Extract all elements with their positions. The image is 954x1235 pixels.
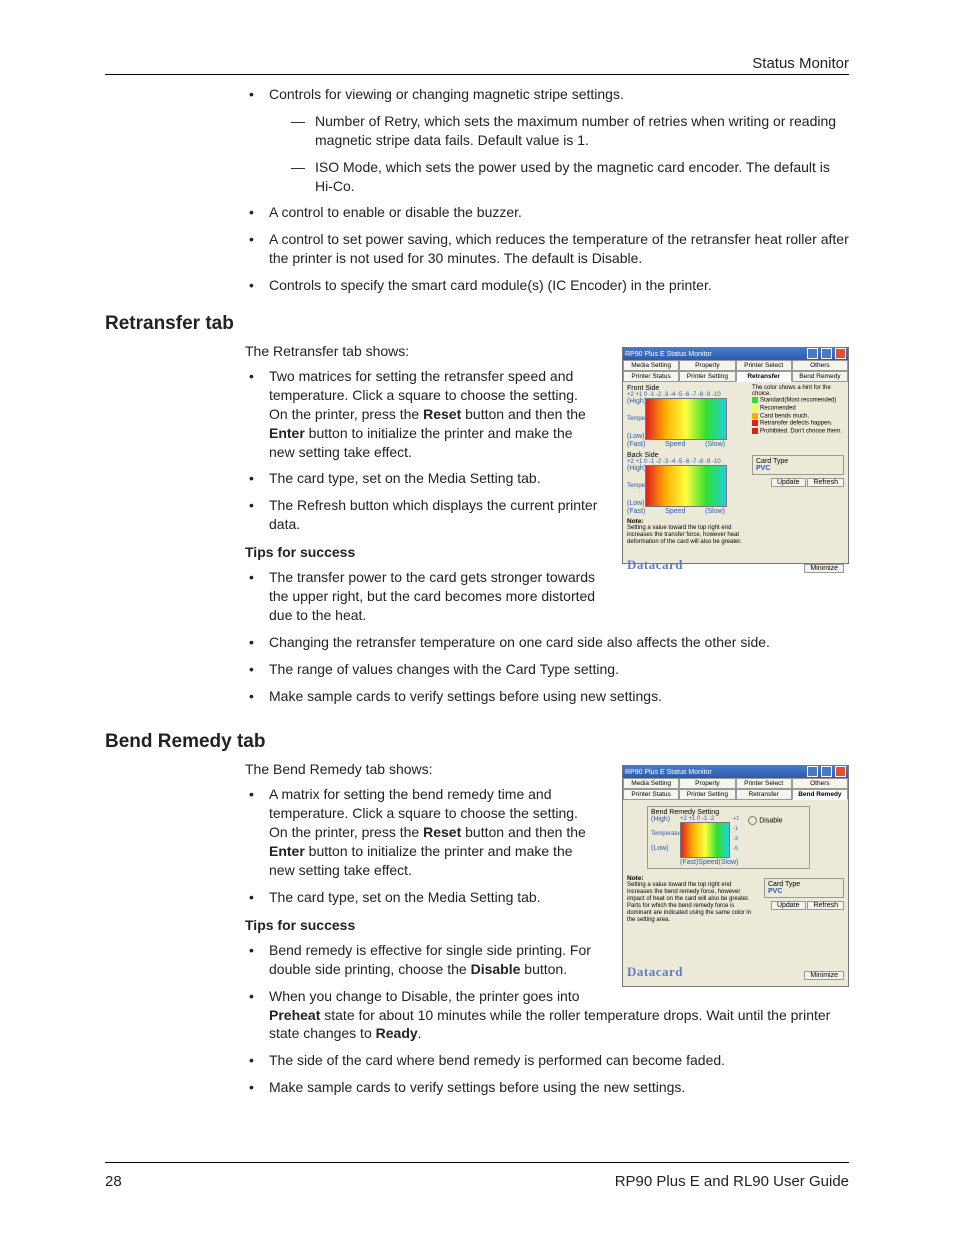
minimize-icon[interactable] [807,766,818,777]
tab-bend-remedy[interactable]: Bend Remedy [792,371,848,382]
disable-radio[interactable] [748,816,757,825]
tab-printer-setting[interactable]: Printer Setting [679,789,735,800]
high-label: (High) [627,398,645,405]
tab-media-setting[interactable]: Media Setting [623,360,679,371]
page-number: 28 [105,1173,122,1190]
refresh-button[interactable]: Refresh [807,478,844,487]
tab-media-setting[interactable]: Media Setting [623,778,679,789]
top-sub-list: Number of Retry, which sets the maximum … [291,112,849,196]
window-title: RP90 Plus E Status Monitor [625,769,712,776]
retransfer-item: The card type, set on the Media Setting … [245,469,599,488]
tab-printer-status[interactable]: Printer Status [623,789,679,800]
temperature-label: Temperature [627,416,645,422]
bend-item: The card type, set on the Media Setting … [245,888,599,907]
top-item: Controls for viewing or changing magneti… [245,85,849,195]
retransfer-heading: Retransfer tab [105,313,849,335]
tab-printer-select[interactable]: Printer Select [736,778,792,789]
refresh-button[interactable]: Refresh [807,901,844,910]
tab-property[interactable]: Property [679,778,735,789]
close-icon[interactable] [835,348,846,359]
bottom-rule [105,1162,849,1163]
tab-printer-setting[interactable]: Printer Setting [679,371,735,382]
retransfer-item: The Refresh button which displays the cu… [245,496,599,534]
bend-heading: Bend Remedy tab [105,731,849,753]
low-label: (Low) [627,433,645,440]
bend-tip: Make sample cards to verify settings bef… [245,1078,849,1097]
running-header: Status Monitor [105,55,849,72]
bend-matrix[interactable] [680,822,730,858]
maximize-icon[interactable] [821,766,832,777]
bend-tip: When you change to Disable, the printer … [245,987,849,1044]
tab-property[interactable]: Property [679,360,735,371]
retransfer-tip: The range of values changes with the Car… [245,660,849,679]
retransfer-screenshot: RP90 Plus E Status Monitor Media Setting… [622,347,849,564]
note-title: Note: [627,875,758,882]
top-sub-item: ISO Mode, which sets the power used by t… [291,158,849,196]
retransfer-item: Two matrices for setting the retransfer … [245,367,599,461]
minimize-button[interactable]: Minimize [804,564,844,573]
retransfer-tip: Changing the retransfer temperature on o… [245,633,849,652]
card-type-label: Card Type [756,458,840,465]
bend-item: A matrix for setting the bend remedy tim… [245,785,599,879]
card-type-value: PVC [768,888,840,895]
retransfer-tips-list: The transfer power to the card gets stro… [245,568,849,705]
minimize-icon[interactable] [807,348,818,359]
tab-others[interactable]: Others [792,360,848,371]
speed-label: Speed [665,441,685,448]
guide-title: RP90 Plus E and RL90 User Guide [615,1173,849,1190]
bend-screenshot: RP90 Plus E Status Monitor Media Setting… [622,765,849,987]
card-type-label: Card Type [768,881,840,888]
tab-retransfer[interactable]: Retransfer [736,371,792,382]
slow-label: (Slow) [705,441,725,448]
top-item: A control to set power saving, which red… [245,230,849,268]
tab-retransfer[interactable]: Retransfer [736,789,792,800]
card-type-value: PVC [756,465,840,472]
tab-printer-select[interactable]: Printer Select [736,360,792,371]
front-matrix[interactable] [645,398,727,440]
top-rule [105,74,849,75]
tab-others[interactable]: Others [792,778,848,789]
note-body: Setting a value toward the top right end… [627,525,757,546]
note-body: Setting a value toward the top right end… [627,882,758,923]
front-side-label: Front Side [627,385,748,392]
datacard-logo: Datacard [627,964,683,980]
maximize-icon[interactable] [821,348,832,359]
back-side-label: Back Side [627,452,748,459]
retransfer-tip: Make sample cards to verify settings bef… [245,687,849,706]
minimize-button[interactable]: Minimize [804,971,844,980]
back-matrix[interactable] [645,465,727,507]
update-button[interactable]: Update [771,478,806,487]
bend-tip: The side of the card where bend remedy i… [245,1051,849,1070]
datacard-logo: Datacard [627,557,683,573]
window-title: RP90 Plus E Status Monitor [625,351,712,358]
tab-printer-status[interactable]: Printer Status [623,371,679,382]
top-item: Controls to specify the smart card modul… [245,276,849,295]
disable-label: Disable [759,818,782,825]
bend-group-label: Bend Remedy Setting [651,809,806,816]
fast-label: (Fast) [627,441,645,448]
top-item: A control to enable or disable the buzze… [245,203,849,222]
bend-tip: Bend remedy is effective for single side… [245,941,599,979]
legend-title: The color shows a hint for the choice. [752,385,844,397]
top-list: Controls for viewing or changing magneti… [245,85,849,295]
note-title: Note: [627,518,844,525]
close-icon[interactable] [835,766,846,777]
top-sub-item: Number of Retry, which sets the maximum … [291,112,849,150]
tab-bend-remedy[interactable]: Bend Remedy [792,789,848,800]
retransfer-tip: The transfer power to the card gets stro… [245,568,599,625]
update-button[interactable]: Update [771,901,806,910]
